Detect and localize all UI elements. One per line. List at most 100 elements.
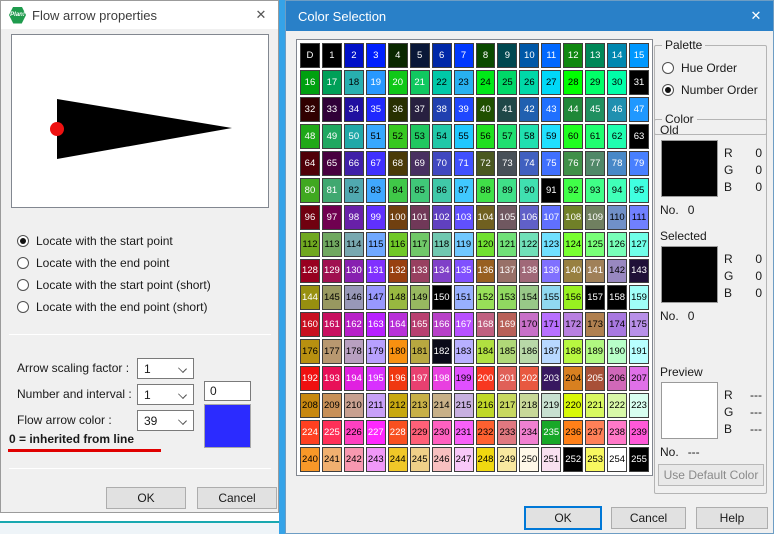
palette-cell-157[interactable]: 157 — [585, 285, 605, 310]
palette-cell-245[interactable]: 245 — [410, 447, 430, 472]
palette-cell-161[interactable]: 161 — [322, 312, 342, 337]
palette-cell-132[interactable]: 132 — [388, 259, 408, 284]
palette-cell-121[interactable]: 121 — [497, 232, 517, 257]
palette-cell-195[interactable]: 195 — [366, 366, 386, 391]
palette-cell-149[interactable]: 149 — [410, 285, 430, 310]
palette-cell-56[interactable]: 56 — [476, 124, 496, 149]
palette-cell-47[interactable]: 47 — [629, 97, 649, 122]
palette-cell-168[interactable]: 168 — [476, 312, 496, 337]
palette-cell-129[interactable]: 129 — [322, 259, 342, 284]
palette-cell-146[interactable]: 146 — [344, 285, 364, 310]
palette-cell-31[interactable]: 31 — [629, 70, 649, 95]
radio-locate-start-short[interactable]: Locate with the start point (short) — [17, 277, 211, 293]
palette-cell-108[interactable]: 108 — [563, 205, 583, 230]
palette-cell-140[interactable]: 140 — [563, 259, 583, 284]
arrow-scaling-dropdown[interactable]: 1 — [137, 358, 194, 379]
palette-cell-213[interactable]: 213 — [410, 393, 430, 418]
radio-locate-end-short[interactable]: Locate with the end point (short) — [17, 299, 207, 315]
palette-cell-225[interactable]: 225 — [322, 420, 342, 445]
palette-cell-251[interactable]: 251 — [541, 447, 561, 472]
palette-cell-216[interactable]: 216 — [476, 393, 496, 418]
palette-cell-3[interactable]: 3 — [366, 43, 386, 68]
palette-cell-103[interactable]: 103 — [454, 205, 474, 230]
palette-cell-120[interactable]: 120 — [476, 232, 496, 257]
radio-icon[interactable] — [17, 235, 29, 247]
palette-cell-252[interactable]: 252 — [563, 447, 583, 472]
palette-cell-170[interactable]: 170 — [519, 312, 539, 337]
radio-icon[interactable] — [662, 62, 674, 74]
palette-cell-8[interactable]: 8 — [476, 43, 496, 68]
palette-cell-69[interactable]: 69 — [410, 151, 430, 176]
palette-cell-71[interactable]: 71 — [454, 151, 474, 176]
palette-cell-155[interactable]: 155 — [541, 285, 561, 310]
palette-cell-133[interactable]: 133 — [410, 259, 430, 284]
palette-cell-2[interactable]: 2 — [344, 43, 364, 68]
palette-cell-76[interactable]: 76 — [563, 151, 583, 176]
palette-cell-201[interactable]: 201 — [497, 366, 517, 391]
palette-cell-171[interactable]: 171 — [541, 312, 561, 337]
palette-cell-130[interactable]: 130 — [344, 259, 364, 284]
palette-cell-41[interactable]: 41 — [497, 97, 517, 122]
palette-cell-142[interactable]: 142 — [607, 259, 627, 284]
radio-number-order[interactable]: Number Order — [662, 82, 758, 98]
palette-cell-231[interactable]: 231 — [454, 420, 474, 445]
palette-cell-131[interactable]: 131 — [366, 259, 386, 284]
palette-cell-138[interactable]: 138 — [519, 259, 539, 284]
palette-cell-60[interactable]: 60 — [563, 124, 583, 149]
palette-cell-106[interactable]: 106 — [519, 205, 539, 230]
help-button[interactable]: Help — [696, 507, 768, 529]
palette-cell-110[interactable]: 110 — [607, 205, 627, 230]
palette-cell-96[interactable]: 96 — [300, 205, 320, 230]
palette-cell-136[interactable]: 136 — [476, 259, 496, 284]
palette-cell-17[interactable]: 17 — [322, 70, 342, 95]
palette-cell-72[interactable]: 72 — [476, 151, 496, 176]
palette-cell-77[interactable]: 77 — [585, 151, 605, 176]
palette-cell-198[interactable]: 198 — [432, 366, 452, 391]
palette-cell-65[interactable]: 65 — [322, 151, 342, 176]
palette-cell-14[interactable]: 14 — [607, 43, 627, 68]
palette-cell-43[interactable]: 43 — [541, 97, 561, 122]
palette-cell-6[interactable]: 6 — [432, 43, 452, 68]
palette-cell-67[interactable]: 67 — [366, 151, 386, 176]
palette-cell-177[interactable]: 177 — [322, 339, 342, 364]
palette-cell-66[interactable]: 66 — [344, 151, 364, 176]
palette-cell-54[interactable]: 54 — [432, 124, 452, 149]
palette-cell-192[interactable]: 192 — [300, 366, 320, 391]
palette-cell-34[interactable]: 34 — [344, 97, 364, 122]
palette-cell-183[interactable]: 183 — [454, 339, 474, 364]
palette-cell-219[interactable]: 219 — [541, 393, 561, 418]
palette-cell-154[interactable]: 154 — [519, 285, 539, 310]
palette-cell-118[interactable]: 118 — [432, 232, 452, 257]
palette-cell-61[interactable]: 61 — [585, 124, 605, 149]
palette-cell-186[interactable]: 186 — [519, 339, 539, 364]
palette-cell-45[interactable]: 45 — [585, 97, 605, 122]
palette-cell-229[interactable]: 229 — [410, 420, 430, 445]
radio-hue-order[interactable]: Hue Order — [662, 60, 737, 76]
palette-cell-167[interactable]: 167 — [454, 312, 474, 337]
palette-cell-127[interactable]: 127 — [629, 232, 649, 257]
palette-cell-224[interactable]: 224 — [300, 420, 320, 445]
palette-cell-175[interactable]: 175 — [629, 312, 649, 337]
palette-cell-84[interactable]: 84 — [388, 178, 408, 203]
palette-cell-10[interactable]: 10 — [519, 43, 539, 68]
palette-cell-135[interactable]: 135 — [454, 259, 474, 284]
palette-cell-152[interactable]: 152 — [476, 285, 496, 310]
palette-cell-162[interactable]: 162 — [344, 312, 364, 337]
palette-cell-220[interactable]: 220 — [563, 393, 583, 418]
palette-cell-248[interactable]: 248 — [476, 447, 496, 472]
palette-cell-227[interactable]: 227 — [366, 420, 386, 445]
palette-cell-112[interactable]: 112 — [300, 232, 320, 257]
palette-cell-144[interactable]: 144 — [300, 285, 320, 310]
palette-cell-237[interactable]: 237 — [585, 420, 605, 445]
palette-cell-63[interactable]: 63 — [629, 124, 649, 149]
palette-cell-98[interactable]: 98 — [344, 205, 364, 230]
use-default-color-button[interactable]: Use Default Color — [658, 464, 764, 486]
palette-cell-88[interactable]: 88 — [476, 178, 496, 203]
palette-cell-254[interactable]: 254 — [607, 447, 627, 472]
palette-cell-15[interactable]: 15 — [629, 43, 649, 68]
ok-button[interactable]: OK — [524, 506, 602, 530]
palette-cell-234[interactable]: 234 — [519, 420, 539, 445]
palette-cell-207[interactable]: 207 — [629, 366, 649, 391]
palette-cell-160[interactable]: 160 — [300, 312, 320, 337]
palette-cell-236[interactable]: 236 — [563, 420, 583, 445]
